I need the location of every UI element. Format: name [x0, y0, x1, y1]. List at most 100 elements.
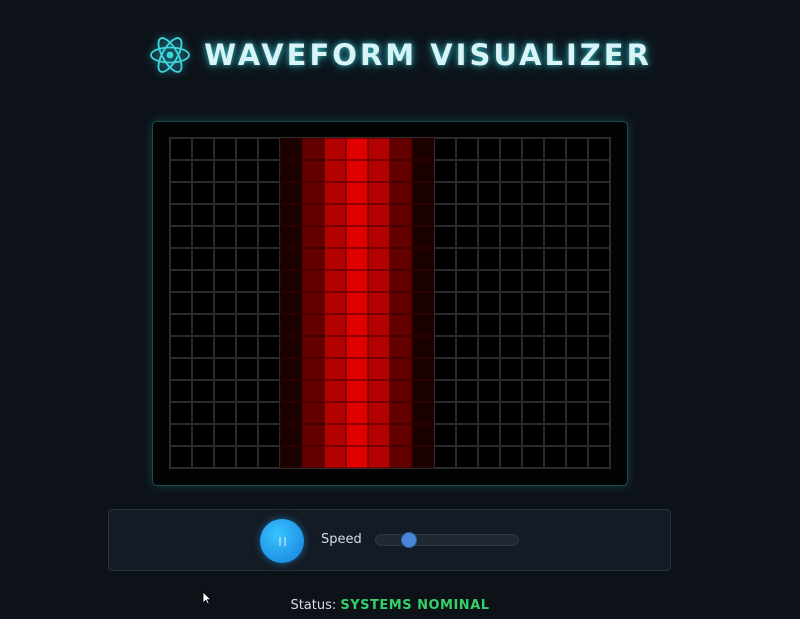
led-cell: [434, 270, 456, 292]
led-cell: [500, 138, 522, 160]
led-cell: [588, 182, 610, 204]
led-cell: [544, 138, 566, 160]
led-cell: [258, 402, 280, 424]
led-cell: [302, 314, 324, 336]
led-cell: [588, 248, 610, 270]
led-cell: [588, 424, 610, 446]
status-label: Status:: [290, 598, 337, 613]
led-cell: [500, 424, 522, 446]
led-cell: [588, 204, 610, 226]
led-cell: [302, 358, 324, 380]
mouse-cursor-icon: [202, 591, 212, 605]
led-cell: [456, 424, 478, 446]
led-cell: [324, 226, 346, 248]
led-cell: [258, 424, 280, 446]
led-cell: [302, 380, 324, 402]
led-cell: [588, 292, 610, 314]
led-cell: [434, 292, 456, 314]
led-cell: [302, 336, 324, 358]
led-cell: [192, 270, 214, 292]
led-cell: [236, 226, 258, 248]
led-cell: [588, 314, 610, 336]
led-cell: [214, 182, 236, 204]
led-cell: [192, 314, 214, 336]
led-cell: [236, 446, 258, 468]
led-cell: [588, 446, 610, 468]
led-cell: [478, 380, 500, 402]
led-cell: [368, 292, 390, 314]
led-cell: [522, 380, 544, 402]
led-cell: [258, 292, 280, 314]
led-cell: [258, 138, 280, 160]
led-cell: [302, 226, 324, 248]
led-cell: [280, 336, 302, 358]
play-pause-button[interactable]: [260, 519, 304, 563]
speed-slider[interactable]: [375, 532, 519, 548]
led-cell: [500, 380, 522, 402]
led-cell: [236, 358, 258, 380]
led-cell: [544, 424, 566, 446]
led-cell: [170, 292, 192, 314]
led-cell: [522, 446, 544, 468]
led-cell: [214, 336, 236, 358]
led-cell: [434, 358, 456, 380]
led-cell: [236, 182, 258, 204]
led-cell: [170, 182, 192, 204]
led-cell: [236, 402, 258, 424]
led-cell: [544, 160, 566, 182]
led-cell: [500, 292, 522, 314]
led-cell: [280, 270, 302, 292]
led-grid: [169, 137, 611, 469]
led-cell: [544, 292, 566, 314]
led-cell: [522, 204, 544, 226]
led-cell: [368, 270, 390, 292]
led-cell: [390, 292, 412, 314]
led-cell: [456, 314, 478, 336]
led-cell: [500, 446, 522, 468]
led-cell: [478, 358, 500, 380]
led-cell: [522, 292, 544, 314]
led-cell: [500, 358, 522, 380]
led-cell: [236, 160, 258, 182]
led-cell: [324, 380, 346, 402]
led-cell: [346, 182, 368, 204]
led-cell: [280, 424, 302, 446]
led-cell: [478, 182, 500, 204]
led-cell: [192, 182, 214, 204]
led-cell: [236, 138, 258, 160]
speed-slider-thumb[interactable]: [401, 532, 418, 548]
led-cell: [456, 446, 478, 468]
led-cell: [324, 336, 346, 358]
led-cell: [544, 336, 566, 358]
led-cell: [566, 402, 588, 424]
led-cell: [478, 424, 500, 446]
led-cell: [588, 270, 610, 292]
led-cell: [566, 424, 588, 446]
led-cell: [346, 446, 368, 468]
led-cell: [412, 402, 434, 424]
led-cell: [566, 182, 588, 204]
led-cell: [346, 204, 368, 226]
led-cell: [412, 336, 434, 358]
led-cell: [214, 204, 236, 226]
led-cell: [390, 446, 412, 468]
led-cell: [544, 358, 566, 380]
led-cell: [500, 160, 522, 182]
led-cell: [236, 380, 258, 402]
led-cell: [522, 248, 544, 270]
page-title: WAVEFORM VISUALIZER: [204, 38, 652, 72]
led-cell: [280, 292, 302, 314]
led-cell: [280, 204, 302, 226]
led-cell: [368, 248, 390, 270]
atom-icon: [150, 37, 190, 73]
led-cell: [346, 138, 368, 160]
led-cell: [478, 446, 500, 468]
led-cell: [390, 424, 412, 446]
led-cell: [544, 182, 566, 204]
led-cell: [500, 402, 522, 424]
led-cell: [324, 248, 346, 270]
app-header: WAVEFORM VISUALIZER: [0, 32, 800, 78]
led-cell: [390, 226, 412, 248]
led-cell: [236, 314, 258, 336]
led-cell: [412, 270, 434, 292]
